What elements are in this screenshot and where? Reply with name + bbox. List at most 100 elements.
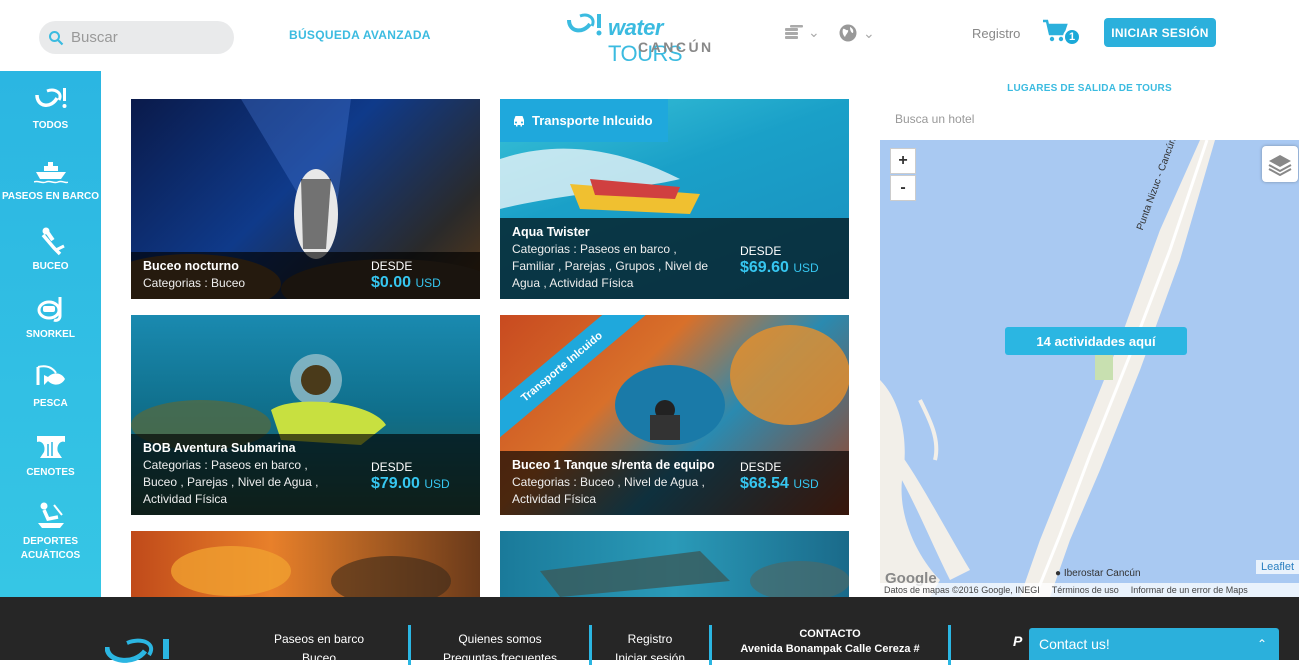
hotel-label: ● Iberostar Cancún [1055,568,1141,579]
car-icon [514,115,524,126]
top-navbar: Buscar BÚSQUEDA AVANZADA water TOURS CAN… [0,0,1299,71]
tour-price: DESDE $79.00 USD [371,460,450,492]
category-sidebar: TODOS PASEOS EN BARCO BUCEO SNORKEL PESC… [0,71,101,597]
tour-price: DESDE $0.00 USD [371,259,441,291]
sidebar-item-pesca[interactable]: PESCA [0,363,101,411]
report-error-link[interactable]: Informar de un error de Maps [1131,585,1248,595]
sidebar-item-buceo[interactable]: BUCEO [0,226,101,274]
tour-name: Buceo 1 Tanque s/renta de equipo [512,458,715,472]
cart-button[interactable]: 1 [1042,19,1082,47]
hotel-search-input[interactable]: Busca un hotel [895,112,974,126]
tour-card[interactable]: Transporte Inlcuido Buceo 1 Tanque s/ren… [500,315,849,515]
terms-link[interactable]: Términos de uso [1052,585,1119,595]
zoom-out-button[interactable]: - [890,175,916,201]
language-selector[interactable]: ⌄ [839,24,875,42]
tour-card[interactable] [500,531,849,597]
cenote-icon [36,436,65,458]
sidebar-item-cenotes[interactable]: CENOTES [0,432,101,480]
footer-link[interactable]: Paseos en barco [263,630,375,649]
footer-link[interactable]: Quienes somos [440,630,560,649]
tour-categories: Categorias : Paseos en barco , Familiar … [512,242,709,290]
footer-link[interactable]: Iniciar sesión [610,649,690,668]
sidebar-item-paseos-en-barco[interactable]: PASEOS EN BARCO [0,156,101,204]
tour-categories: Categorias : Buceo [143,276,246,290]
price-amount: $69.60 [740,259,789,276]
tour-name: Buceo nocturno [143,259,239,273]
tour-info: Aqua Twister Categorias : Paseos en barc… [500,218,849,299]
price-currency: USD [424,477,450,491]
tour-info: Buceo 1 Tanque s/renta de equipo Categor… [500,451,849,515]
diver-icon [41,227,65,256]
contact-address: Avenida Bonampak Calle Cereza # [740,643,920,655]
footer-links-about: Quienes somos Preguntas frecuentes [440,630,560,668]
login-button[interactable]: INICIAR SESIÓN [1104,18,1216,47]
currency-selector[interactable]: ⌄ [784,24,820,41]
search-icon [49,30,64,45]
chevron-up-icon: ⌃ [1256,637,1267,651]
map-land [880,140,1215,597]
paypal-icon: P [1013,633,1023,649]
zoom-in-button[interactable]: + [890,148,916,174]
watersports-icon [37,502,64,528]
chevron-down-icon: ⌄ [808,24,820,40]
footer-contact: CONTACTO Avenida Bonampak Calle Cereza # [725,627,935,657]
tour-card[interactable]: Transporte Inlcuido Aqua Twister Categor… [500,99,849,299]
contact-us-chat-button[interactable]: Contact us! ⌃ [1029,628,1279,660]
transport-included-badge: Transporte Inlcuido [500,99,668,142]
coins-icon [785,24,803,39]
leaflet-attribution[interactable]: Leaflet [1255,560,1299,574]
tour-card[interactable]: BOB Aventura Submarina Categorias : Pase… [131,315,480,515]
footer-divider [589,625,592,665]
site-logo[interactable]: water TOURS CANCÚN [566,10,736,66]
tour-price: DESDE $68.54 USD [740,460,819,492]
tour-name: Aqua Twister [512,225,590,239]
footer-divider [408,625,411,665]
map-attribution: Datos de mapas ©2016 Google, INEGI Térmi… [880,583,1299,597]
tour-info: BOB Aventura Submarina Categorias : Pase… [131,434,480,515]
tour-image [171,546,451,597]
sidebar-item-deportes-acuaticos[interactable]: DEPORTES ACUÁTICOS [0,501,101,563]
footer-links-account: Registro Iniciar sesión [610,630,690,668]
sidebar-item-todos[interactable]: TODOS [0,85,101,133]
footer-link[interactable]: Registro [610,630,690,649]
register-link[interactable]: Registro [972,26,1020,41]
snorkel-icon [37,297,61,322]
tour-info: Buceo nocturno Categorias : Buceo DESDE … [131,252,480,299]
logo-subtitle: CANCÚN [638,39,714,55]
map-title: LUGARES DE SALIDA DE TOURS [1007,83,1172,94]
map-marker-icon: ● [1055,568,1062,579]
tour-card[interactable] [131,531,480,597]
price-currency: USD [793,477,819,491]
map[interactable]: Punta Nizuc - Cancún ● Iberostar Cancún … [880,140,1299,597]
footer-logo-icon [105,638,169,663]
footer-divider [709,625,712,665]
logo-wave-icon [567,13,602,36]
footer-link[interactable]: Buceo [263,649,375,668]
layers-icon [1268,155,1292,176]
price-currency: USD [415,276,441,290]
tour-image [540,551,849,597]
price-amount: $68.54 [740,475,789,492]
tour-name: BOB Aventura Submarina [143,441,296,455]
boat-icon [33,162,68,184]
tour-categories: Categorias : Paseos en barco , Buceo , P… [143,458,319,506]
footer-link[interactable]: Preguntas frecuentes [440,649,560,668]
contact-title: CONTACTO [799,628,861,640]
search-input[interactable]: Buscar [39,21,234,54]
search-placeholder: Buscar [71,29,118,46]
tour-price: DESDE $69.60 USD [740,244,819,276]
price-currency: USD [793,261,819,275]
footer-links-tours: Paseos en barco Buceo [263,630,375,668]
price-amount: $0.00 [371,274,412,291]
advanced-search-link[interactable]: BÚSQUEDA AVANZADA [289,28,431,42]
cart-count-badge: 1 [1063,28,1081,46]
price-amount: $79.00 [371,475,420,492]
tour-categories: Categorias : Buceo , Nivel de Agua , Act… [512,475,705,506]
layers-button[interactable] [1262,146,1298,182]
activity-cluster-marker[interactable]: 14 actividades aquí [1005,327,1187,355]
fishing-icon [36,365,65,385]
tour-card[interactable]: Buceo nocturno Categorias : Buceo DESDE … [131,99,480,299]
sidebar-item-snorkel[interactable]: SNORKEL [0,294,101,342]
globe-icon [839,24,857,42]
footer-divider [948,625,951,665]
